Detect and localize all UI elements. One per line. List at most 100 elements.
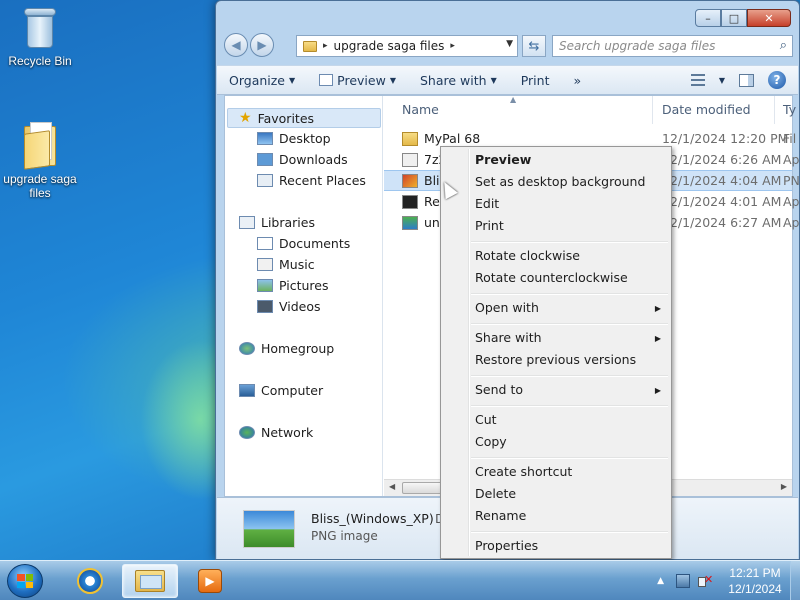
show-hidden-icons-icon[interactable]: ▲ xyxy=(657,576,664,586)
menu-separator xyxy=(471,375,668,377)
menu-item-rotate-counterclockwise[interactable]: Rotate counterclockwise xyxy=(475,270,628,285)
scroll-right-icon[interactable]: ▶ xyxy=(781,482,787,491)
minimize-button[interactable]: – xyxy=(695,9,721,27)
taskbar-media-player[interactable]: ▶ xyxy=(182,564,238,598)
nav-label: Libraries xyxy=(261,215,315,230)
back-button[interactable]: ◀ xyxy=(224,33,248,57)
desktop-icon xyxy=(257,132,273,145)
breadcrumb-segment[interactable]: upgrade saga files xyxy=(334,39,445,53)
preview-button[interactable]: Preview ▼ xyxy=(307,66,408,94)
address-bar[interactable]: ▸ upgrade saga files ▸ ▼ xyxy=(296,35,518,57)
caption-buttons: – □ ✕ xyxy=(695,9,791,27)
forward-button[interactable]: ▶ xyxy=(250,33,274,57)
taskbar-windows-explorer[interactable] xyxy=(122,564,178,598)
organize-button[interactable]: Organize ▼ xyxy=(217,66,307,94)
menu-item-rename[interactable]: Rename xyxy=(475,508,526,523)
menu-item-edit[interactable]: Edit xyxy=(475,196,499,211)
desktop-icon-recycle-bin[interactable]: Recycle Bin xyxy=(0,6,80,68)
chevron-right-icon: ▶ xyxy=(654,386,661,395)
network-tray-icon[interactable] xyxy=(676,574,690,588)
scroll-left-icon[interactable]: ◀ xyxy=(389,482,395,491)
nav-label: Homegroup xyxy=(261,341,335,356)
menu-item-rotate-clockwise[interactable]: Rotate clockwise xyxy=(475,248,580,263)
menu-item-set-desktop-background[interactable]: Set as desktop background xyxy=(475,174,645,189)
forward-arrow-icon: ▶ xyxy=(257,38,267,52)
clock[interactable]: 12:21 PM 12/1/2024 xyxy=(720,565,790,597)
menu-item-create-shortcut[interactable]: Create shortcut xyxy=(475,464,572,479)
share-with-button[interactable]: Share with ▼ xyxy=(408,66,509,94)
menu-item-print[interactable]: Print xyxy=(475,218,504,233)
windows-logo-icon xyxy=(17,574,33,588)
start-button[interactable] xyxy=(7,564,43,598)
close-button[interactable]: ✕ xyxy=(747,9,791,27)
command-bar: Organize ▼ Preview ▼ Share with ▼ Print … xyxy=(217,65,798,95)
taskbar-internet-explorer[interactable] xyxy=(62,564,118,598)
nav-favorites[interactable]: ★ Favorites xyxy=(239,110,314,126)
menu-item-copy[interactable]: Copy xyxy=(475,434,507,449)
share-with-label: Share with xyxy=(419,72,487,88)
nav-label: Documents xyxy=(279,236,351,251)
preview-pane-icon[interactable] xyxy=(739,73,754,87)
back-arrow-icon: ◀ xyxy=(231,38,241,52)
file-date: 12/1/2024 6:26 AM xyxy=(662,152,782,167)
menu-item-label: Send to xyxy=(475,382,524,397)
menu-item-label: Open with xyxy=(475,300,539,315)
chevron-down-icon[interactable]: ▼ xyxy=(719,76,725,85)
column-header-type[interactable]: Ty xyxy=(783,102,796,117)
preview-icon xyxy=(319,74,334,86)
nav-pictures[interactable]: Pictures xyxy=(257,278,329,293)
column-divider[interactable] xyxy=(774,96,775,124)
nav-downloads[interactable]: Downloads xyxy=(257,152,348,167)
nav-music[interactable]: Music xyxy=(257,257,315,272)
homegroup-icon xyxy=(239,342,255,355)
installer-icon xyxy=(402,215,418,230)
search-input[interactable]: Search upgrade saga files ⌕ xyxy=(552,35,793,57)
desktop-icon-upgrade-saga-files[interactable]: upgrade saga files xyxy=(0,122,80,200)
nav-desktop[interactable]: Desktop xyxy=(257,131,331,146)
menu-item-cut[interactable]: Cut xyxy=(475,412,497,427)
column-header-name[interactable]: Name xyxy=(402,102,439,117)
menu-item-send-to[interactable]: Send to xyxy=(475,382,523,397)
menu-item-share-with[interactable]: Share with xyxy=(475,330,542,345)
menu-item-restore-previous-versions[interactable]: Restore previous versions xyxy=(475,352,636,367)
column-header-date-modified[interactable]: Date modified xyxy=(662,102,751,117)
volume-muted-icon[interactable] xyxy=(698,573,713,588)
menu-item-open-with[interactable]: Open with xyxy=(475,300,659,315)
nav-label: Pictures xyxy=(279,278,329,293)
search-icon[interactable]: ⌕ xyxy=(780,38,787,53)
star-icon: ★ xyxy=(239,110,252,126)
nav-documents[interactable]: Documents xyxy=(257,236,350,251)
breadcrumb-separator-icon[interactable]: ▸ xyxy=(323,41,328,51)
column-divider[interactable] xyxy=(652,96,653,124)
print-button[interactable]: Print xyxy=(509,66,562,94)
menu-item-properties[interactable]: Properties xyxy=(475,538,538,553)
menu-item-preview[interactable]: Preview xyxy=(475,152,531,167)
nav-libraries[interactable]: Libraries xyxy=(239,215,315,230)
nav-videos[interactable]: Videos xyxy=(257,299,321,314)
nav-computer[interactable]: Computer xyxy=(239,383,323,398)
maximize-button[interactable]: □ xyxy=(721,9,747,27)
nav-arrows: ◀ ▶ xyxy=(224,33,274,57)
taskbar: ▶ ▲ 12:21 PM 12/1/2024 xyxy=(0,560,800,600)
nav-label: Desktop xyxy=(279,131,331,146)
show-desktop-button[interactable] xyxy=(790,561,800,600)
breadcrumb-separator-icon[interactable]: ▸ xyxy=(450,41,455,51)
clock-date: 12/1/2024 xyxy=(728,582,782,596)
menu-separator xyxy=(471,323,668,325)
file-date: 12/1/2024 12:20 PM xyxy=(662,131,789,146)
toolbar-right-group: ▼ ? xyxy=(690,71,798,89)
nav-label: Network xyxy=(261,425,314,440)
nav-recent-places[interactable]: Recent Places xyxy=(257,173,366,188)
views-icon[interactable] xyxy=(690,74,705,86)
refresh-button[interactable]: ⇆ xyxy=(522,35,546,57)
nav-homegroup[interactable]: Homegroup xyxy=(239,341,334,356)
nav-network[interactable]: Network xyxy=(239,425,313,440)
folder-icon xyxy=(22,122,58,170)
menu-item-delete[interactable]: Delete xyxy=(475,486,516,501)
chevron-right-icon: ▶ xyxy=(654,334,661,343)
context-menu: Preview Set as desktop background Edit P… xyxy=(440,146,672,559)
more-commands-button[interactable]: » xyxy=(561,66,593,94)
chevron-down-icon[interactable]: ▼ xyxy=(506,39,513,49)
navigation-pane: ★ Favorites Desktop Downloads Recent Pla… xyxy=(225,96,383,496)
help-button[interactable]: ? xyxy=(768,71,786,89)
